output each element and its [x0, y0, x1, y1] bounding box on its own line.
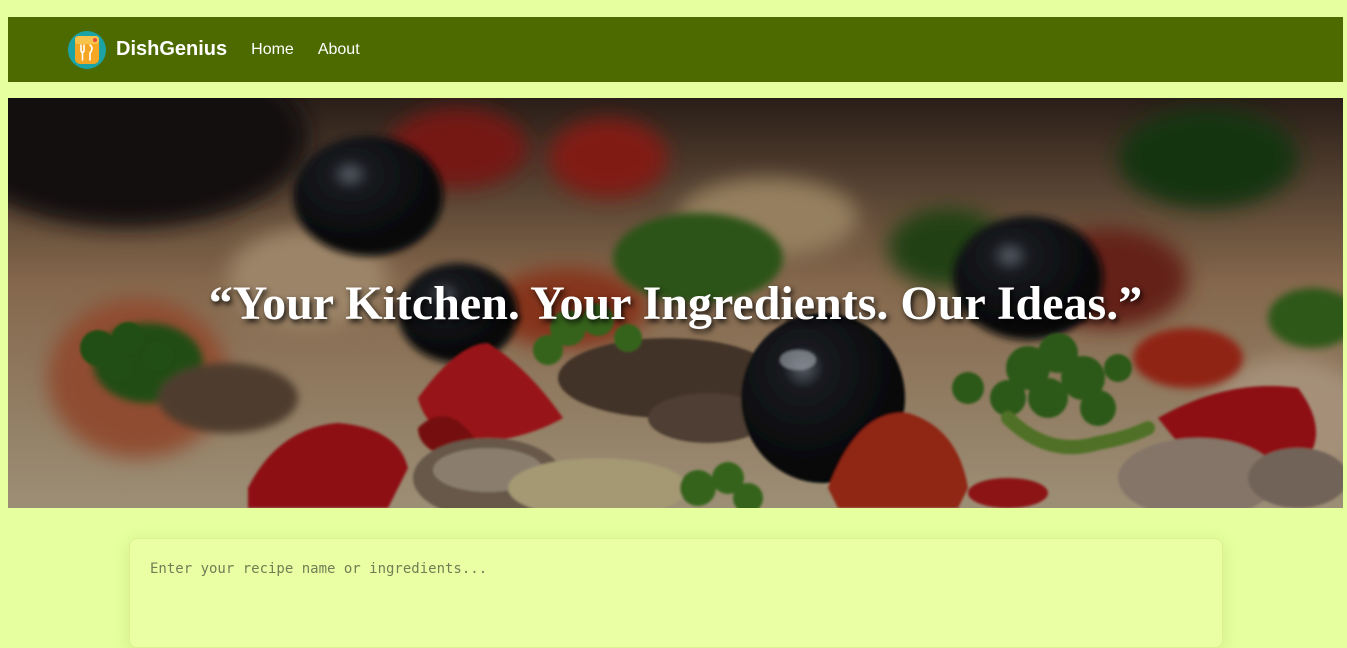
nav-link-about[interactable]: About — [318, 41, 360, 59]
nav-link-home[interactable]: Home — [251, 41, 294, 59]
top-navbar: DishGenius Home About — [8, 17, 1343, 82]
brand[interactable]: DishGenius — [68, 30, 228, 69]
hero-quote: “Your Kitchen. Your Ingredients. Our Ide… — [208, 276, 1143, 330]
recipe-search-input[interactable] — [129, 538, 1223, 648]
brand-name: DishGenius — [116, 38, 228, 60]
chef-fork-icon — [68, 30, 106, 69]
hero-banner: “Your Kitchen. Your Ingredients. Our Ide… — [8, 98, 1343, 508]
